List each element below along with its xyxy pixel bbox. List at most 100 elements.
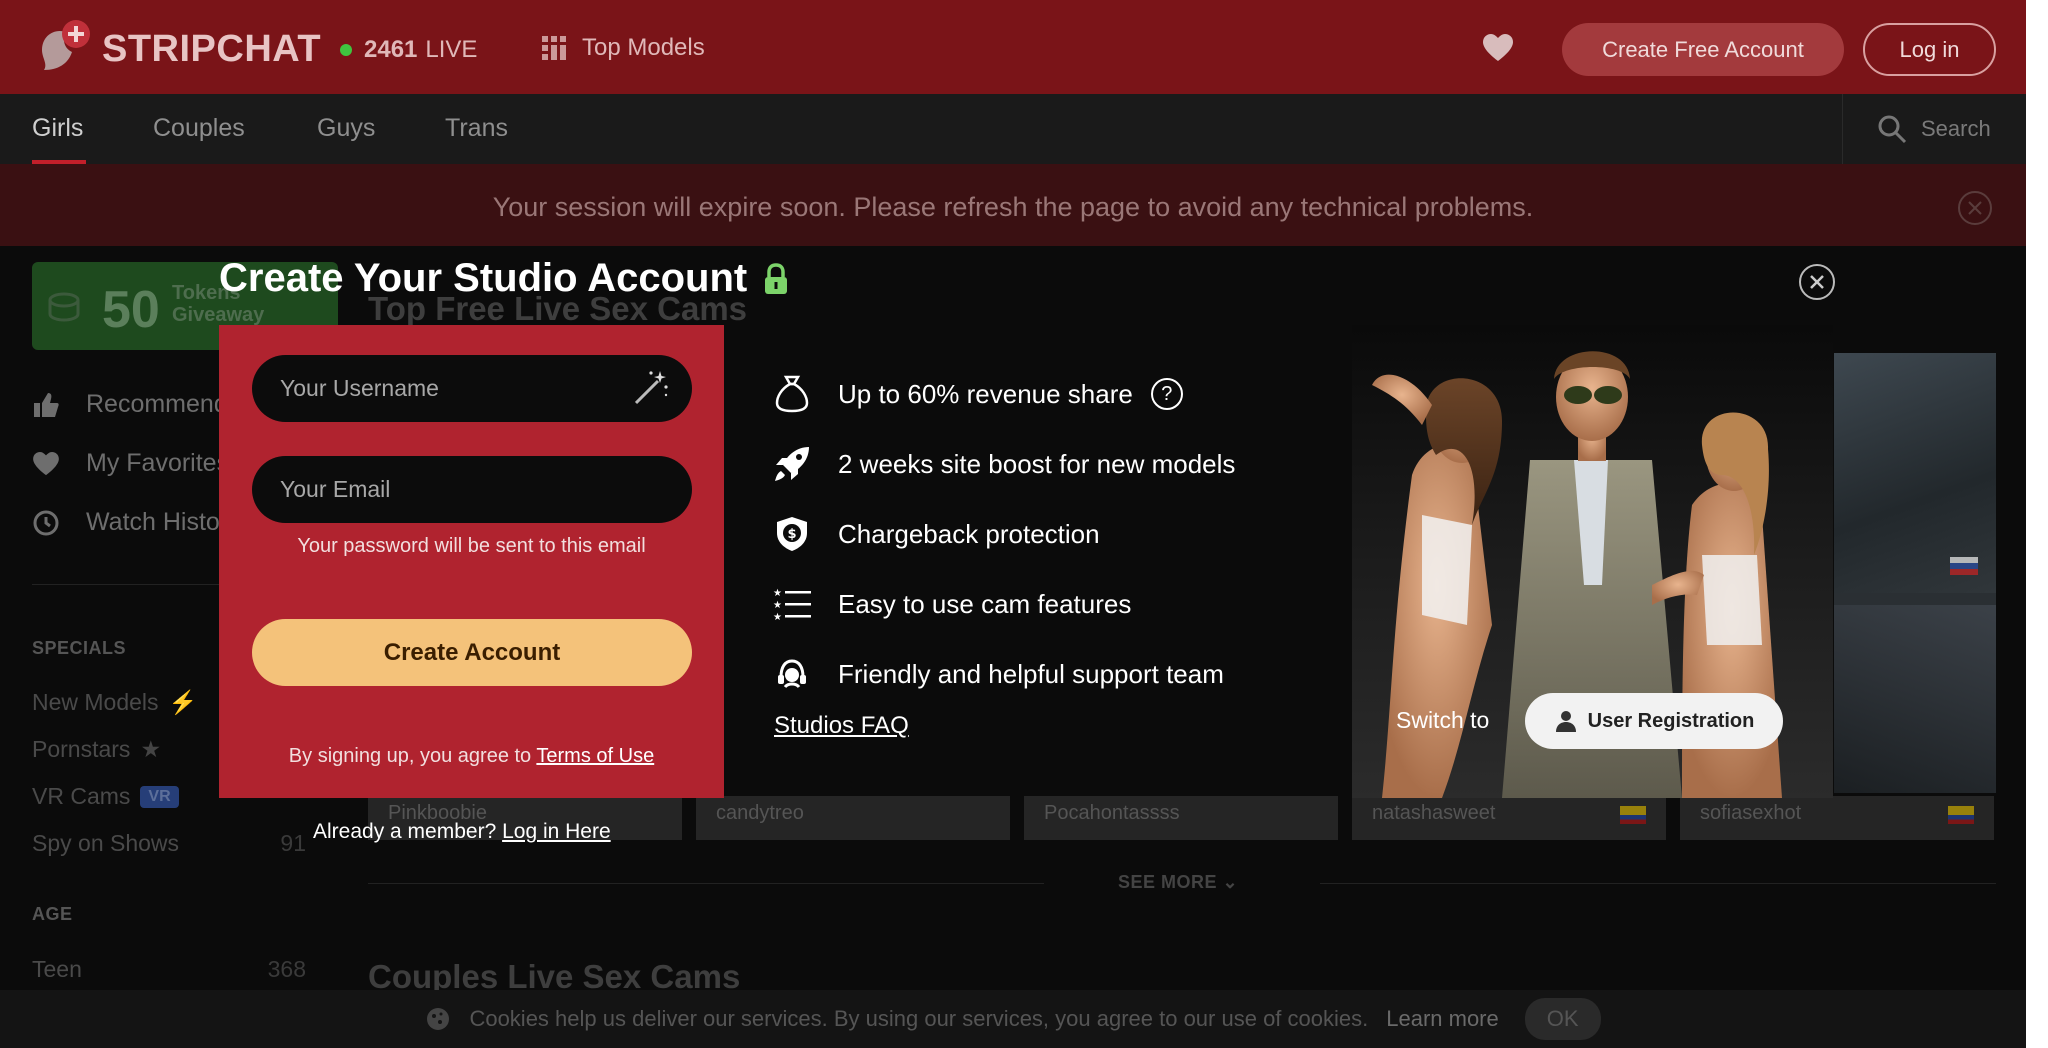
giveaway-text-line2: Giveaway xyxy=(172,304,265,326)
feature-item: ★ ★ ★ Easy to use cam features xyxy=(772,584,1131,624)
model-card[interactable]: natashasweet xyxy=(1352,796,1666,840)
live-count[interactable]: 2461 LIVE xyxy=(340,36,477,64)
studios-faq-link[interactable]: Studios FAQ xyxy=(774,712,909,740)
studio-signup-form: Your Username Your Email Your password w… xyxy=(219,325,724,798)
chevron-down-icon: ⌄ xyxy=(1222,872,1239,892)
switch-to-label: Switch to xyxy=(1396,707,1490,733)
sidebar-item-label: VR Cams xyxy=(32,783,131,809)
feature-item: 2 weeks site boost for new models xyxy=(772,444,1235,484)
sidebar-item-label: My Favorites xyxy=(86,449,230,477)
terms-prefix: By signing up, you agree to xyxy=(288,745,532,767)
already-member-text: Already a member? Log in Here xyxy=(313,820,611,844)
model-card[interactable]: Pocahontassss xyxy=(1024,796,1338,840)
svg-text:★: ★ xyxy=(773,588,782,599)
top-models-link[interactable]: Top Models xyxy=(540,34,705,62)
create-free-account-button[interactable]: Create Free Account xyxy=(1562,23,1844,76)
sidebar-item-label: Watch History xyxy=(86,508,241,536)
feature-text: Chargeback protection xyxy=(838,518,1100,549)
sidebar-item-teen[interactable]: Teen 368 xyxy=(32,956,306,983)
thumbs-up-icon xyxy=(34,392,59,417)
search-box[interactable]: Search xyxy=(1842,94,2026,164)
user-registration-button[interactable]: User Registration xyxy=(1525,693,1783,749)
logo-icon xyxy=(32,18,96,80)
star-icon: ★ xyxy=(140,736,162,762)
email-hint: Your password will be sent to this email xyxy=(297,535,646,557)
session-expire-banner: Your session will expire soon. Please re… xyxy=(0,164,2026,246)
tab-couples[interactable]: Couples xyxy=(153,114,245,143)
model-name: sofiasexhot xyxy=(1700,802,1802,824)
create-account-button[interactable]: Create Account xyxy=(252,619,692,686)
age-heading: AGE xyxy=(32,904,73,924)
live-count-number: 2461 xyxy=(364,36,418,63)
login-here-link[interactable]: Log in Here xyxy=(502,820,611,843)
feature-text: Easy to use cam features xyxy=(838,588,1132,619)
specials-heading: SPECIALS xyxy=(32,638,127,658)
modal-title-text: Create Your Studio Account xyxy=(219,256,748,300)
heart-icon xyxy=(33,451,59,475)
sidebar-item-favorites[interactable]: My Favorites xyxy=(32,449,229,478)
sidebar-item-spy-on-shows[interactable]: Spy on Shows 91 xyxy=(32,830,306,857)
top-models-icon xyxy=(542,36,566,60)
model-card[interactable]: sofiasexhot xyxy=(1680,796,1994,840)
top-header: STRIPCHAT 2461 LIVE Top Models Create Fr… xyxy=(0,0,2026,94)
sidebar-item-count: 91 xyxy=(280,830,306,856)
sidebar-item-label: Teen xyxy=(32,956,82,982)
help-icon[interactable]: ? xyxy=(1150,378,1183,410)
colombia-flag-icon xyxy=(1620,806,1646,824)
model-thumbnail[interactable] xyxy=(1834,605,1996,793)
cookie-icon xyxy=(427,1008,450,1030)
logo-text: STRIPCHAT xyxy=(102,27,322,70)
magic-wand-icon[interactable] xyxy=(632,369,670,407)
email-placeholder: Your Email xyxy=(280,476,391,502)
login-button[interactable]: Log in xyxy=(1863,23,1996,76)
close-icon xyxy=(1810,275,1824,289)
model-thumbnail-column[interactable] xyxy=(1834,353,1996,793)
site-logo[interactable]: STRIPCHAT xyxy=(32,18,321,80)
sidebar-item-watch-history[interactable]: Watch History xyxy=(32,508,241,537)
sidebar-item-count: 368 xyxy=(267,956,306,982)
user-registration-label: User Registration xyxy=(1587,709,1755,732)
feature-item: Up to 60% revenue share ? xyxy=(772,374,1183,414)
feature-text: 2 weeks site boost for new models xyxy=(838,448,1236,479)
svg-text:$: $ xyxy=(787,527,796,542)
model-name: Pocahontassss xyxy=(1044,802,1180,824)
model-cards-row: Pinkboobie candytreo Pocahontassss natas… xyxy=(368,796,1996,840)
colombia-flag-icon xyxy=(1948,806,1974,824)
divider xyxy=(1320,883,1996,884)
live-dot-icon xyxy=(340,44,352,56)
top-models-label: Top Models xyxy=(582,34,705,61)
feature-item: Friendly and helpful support team xyxy=(772,654,1224,694)
terms-of-use-link[interactable]: Terms of Use xyxy=(536,745,654,767)
modal-title: Create Your Studio Account xyxy=(219,256,789,301)
favorites-heart-icon[interactable] xyxy=(1482,34,1514,67)
model-thumbnail[interactable] xyxy=(1834,353,1996,593)
search-icon xyxy=(1878,115,1907,144)
username-input[interactable]: Your Username xyxy=(252,355,692,422)
cookie-ok-button[interactable]: OK xyxy=(1524,998,1601,1040)
see-more-button[interactable]: SEE MORE ⌄ xyxy=(1118,872,1238,893)
divider xyxy=(368,883,1044,884)
category-nav: Girls Couples Guys Trans Search xyxy=(0,94,2026,164)
feature-text: Friendly and helpful support team xyxy=(838,658,1224,689)
cookie-text: Cookies help us deliver our services. By… xyxy=(469,1006,1369,1031)
list-icon: ★ ★ ★ xyxy=(772,584,812,624)
feature-text: Up to 60% revenue share xyxy=(838,378,1133,409)
cookie-learn-more-link[interactable]: Learn more xyxy=(1386,1006,1499,1032)
lock-icon xyxy=(765,262,788,294)
email-input[interactable]: Your Email xyxy=(252,456,692,523)
lightning-icon: ⚡ xyxy=(168,689,198,715)
modal-close-button[interactable] xyxy=(1799,264,1835,300)
terms-text: By signing up, you agree to Terms of Use xyxy=(219,745,724,768)
banner-close-icon[interactable] xyxy=(1957,190,1993,231)
tab-guys[interactable]: Guys xyxy=(317,114,375,143)
tab-trans[interactable]: Trans xyxy=(445,114,508,143)
model-card[interactable]: candytreo xyxy=(696,796,1010,840)
history-icon xyxy=(33,510,59,535)
model-name: natashasweet xyxy=(1372,802,1496,824)
sidebar-item-label: New Models xyxy=(32,689,159,715)
sidebar-item-label: Spy on Shows xyxy=(32,830,180,856)
tab-girls[interactable]: Girls xyxy=(32,114,83,143)
headset-icon xyxy=(772,654,812,694)
session-expire-text: Your session will expire soon. Please re… xyxy=(492,192,1534,222)
see-more-label: SEE MORE xyxy=(1118,872,1218,892)
